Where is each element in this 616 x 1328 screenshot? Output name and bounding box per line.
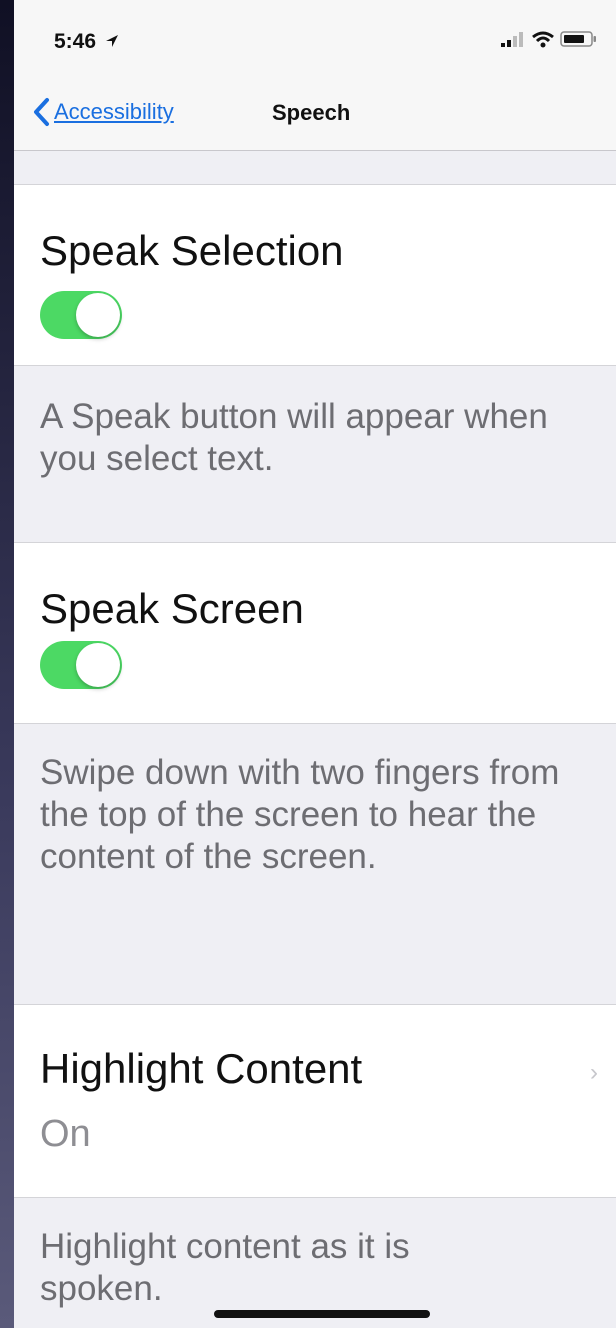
- location-arrow-icon: [105, 35, 118, 47]
- navigation-bar: Accessibility Speech: [14, 78, 616, 151]
- speak-selection-label: Speak Selection: [40, 227, 344, 274]
- device-bezel: [0, 0, 14, 1328]
- status-time-text: 5:46: [54, 30, 97, 53]
- back-button[interactable]: Accessibility: [32, 94, 174, 130]
- cellular-signal-icon: [501, 32, 524, 47]
- toggle-knob: [76, 643, 120, 687]
- disclosure-chevron-icon: ›: [590, 1059, 598, 1086]
- speak-selection-cell: Speak Selection: [14, 184, 616, 366]
- status-time: 5:46: [54, 30, 120, 54]
- speak-screen-footer: Swipe down with two fingers from the top…: [40, 753, 560, 876]
- highlight-content-label: Highlight Content: [40, 1045, 363, 1092]
- status-icons: [499, 30, 598, 50]
- speak-selection-footer: A Speak button will appear when you sele…: [40, 397, 548, 478]
- highlight-content-cell[interactable]: Highlight Content On ›: [14, 1004, 616, 1198]
- speak-screen-label: Speak Screen: [40, 585, 304, 632]
- back-button-label: Accessibility: [54, 99, 174, 124]
- page-title: Speech: [272, 100, 351, 125]
- back-chevron-icon: [34, 98, 49, 126]
- home-indicator[interactable]: [214, 1310, 430, 1318]
- status-bar: 5:46: [14, 0, 616, 78]
- highlight-content-footer: Highlight content as it is spoken.: [40, 1227, 410, 1308]
- phone-screen: 5:46 Accessibility Speech Speak Selectio…: [14, 0, 616, 1328]
- speak-screen-toggle[interactable]: [40, 641, 122, 689]
- highlight-content-value: On: [40, 1113, 91, 1155]
- speak-screen-cell: Speak Screen: [14, 542, 616, 724]
- speak-selection-toggle[interactable]: [40, 291, 122, 339]
- wifi-icon: [531, 31, 554, 48]
- battery-icon: [560, 31, 596, 47]
- toggle-knob: [76, 293, 120, 337]
